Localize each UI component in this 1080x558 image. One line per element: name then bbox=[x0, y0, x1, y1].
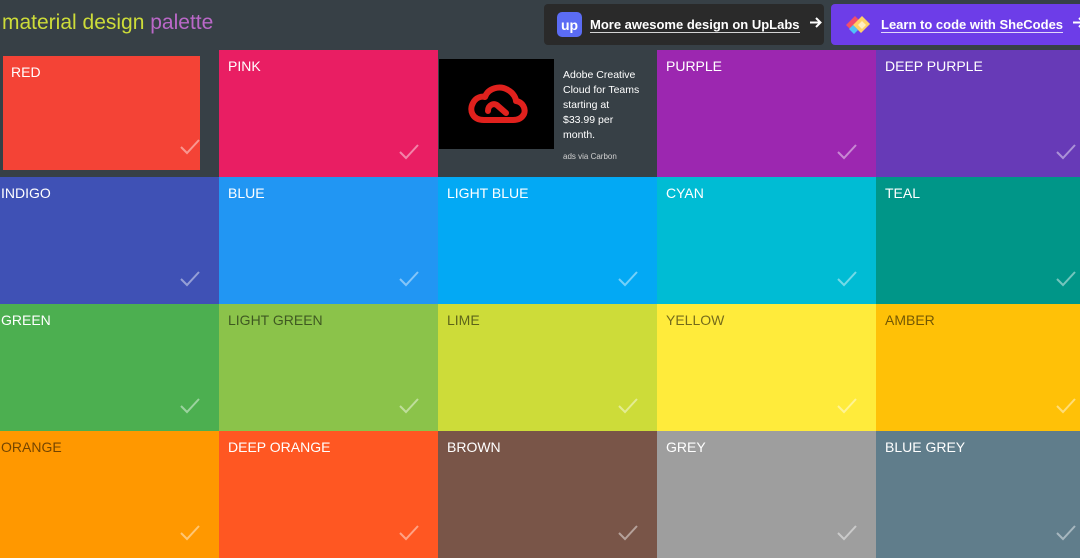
checkmark-icon bbox=[179, 136, 201, 158]
checkmark-icon bbox=[398, 141, 420, 163]
color-name-label: AMBER bbox=[885, 312, 935, 328]
checkmark-icon bbox=[179, 522, 201, 544]
checkmark-icon bbox=[398, 395, 420, 417]
color-name-label: TEAL bbox=[885, 185, 921, 201]
color-tile-amber[interactable]: AMBER bbox=[876, 304, 1080, 431]
checkmark-icon bbox=[617, 522, 639, 544]
color-name-label: BROWN bbox=[447, 439, 501, 455]
color-tile-deep-orange[interactable]: DEEP ORANGE bbox=[219, 431, 438, 558]
color-name-label: BLUE GREY bbox=[885, 439, 966, 455]
shecodes-promo-label: Learn to code with SheCodes bbox=[881, 16, 1064, 33]
color-tile-purple[interactable]: PURPLE bbox=[657, 50, 876, 177]
adobe-creative-cloud-logo bbox=[467, 84, 528, 123]
ad-via-carbon[interactable]: ads via Carbon bbox=[563, 152, 617, 161]
checkmark-icon bbox=[1055, 141, 1077, 163]
shecodes-logo-icon bbox=[844, 12, 872, 37]
checkmark-icon bbox=[1055, 395, 1077, 417]
checkmark-icon bbox=[836, 395, 858, 417]
color-name-label: LIME bbox=[447, 312, 480, 328]
color-name-label: BLUE bbox=[228, 185, 265, 201]
checkmark-icon bbox=[398, 522, 420, 544]
checkmark-icon bbox=[1055, 268, 1077, 290]
color-grid: Adobe Creative Cloud for Teams starting … bbox=[0, 50, 1080, 558]
color-name-label: INDIGO bbox=[1, 185, 51, 201]
color-name-label: ORANGE bbox=[1, 439, 62, 455]
color-name-label: DEEP PURPLE bbox=[885, 58, 983, 74]
color-tile-red[interactable]: RED bbox=[0, 50, 219, 177]
logo-word-palette: palette bbox=[150, 11, 214, 34]
color-name-label: GREEN bbox=[1, 312, 51, 328]
checkmark-icon bbox=[836, 522, 858, 544]
color-tile-deep-purple[interactable]: DEEP PURPLE bbox=[876, 50, 1080, 177]
logo-word-material-design: material design bbox=[2, 11, 145, 34]
checkmark-icon bbox=[836, 141, 858, 163]
color-tile-green[interactable]: GREEN bbox=[0, 304, 219, 431]
color-name-label: PURPLE bbox=[666, 58, 723, 74]
checkmark-icon bbox=[617, 268, 639, 290]
ad-image[interactable] bbox=[439, 59, 554, 149]
color-tile-teal[interactable]: TEAL bbox=[876, 177, 1080, 304]
checkmark-icon bbox=[398, 268, 420, 290]
color-name-label: GREY bbox=[666, 439, 706, 455]
site-logo[interactable]: material design palette bbox=[2, 10, 213, 36]
color-tile-light-blue[interactable]: LIGHT BLUE bbox=[438, 177, 657, 304]
uplabs-promo-button[interactable]: up More awesome design on UpLabs bbox=[544, 4, 824, 45]
color-name-label: YELLOW bbox=[666, 312, 725, 328]
color-name-label: PINK bbox=[228, 58, 261, 74]
color-tile-blue-grey[interactable]: BLUE GREY bbox=[876, 431, 1080, 558]
top-bar: material design palette up More awesome … bbox=[0, 0, 1080, 50]
checkmark-icon bbox=[617, 395, 639, 417]
color-name-label: RED bbox=[11, 64, 41, 80]
color-tile-blue[interactable]: BLUE bbox=[219, 177, 438, 304]
color-tile-orange[interactable]: ORANGE bbox=[0, 431, 219, 558]
color-name-label: CYAN bbox=[666, 185, 704, 201]
checkmark-icon bbox=[1055, 522, 1077, 544]
right-arrow-icon bbox=[809, 16, 822, 33]
uplabs-promo-label: More awesome design on UpLabs bbox=[590, 16, 800, 33]
checkmark-icon bbox=[179, 395, 201, 417]
color-name-label: LIGHT GREEN bbox=[228, 312, 323, 328]
checkmark-icon bbox=[179, 268, 201, 290]
carbon-ad: Adobe Creative Cloud for Teams starting … bbox=[430, 50, 649, 177]
color-name-label: LIGHT BLUE bbox=[447, 185, 529, 201]
color-tile-grey[interactable]: GREY bbox=[657, 431, 876, 558]
shecodes-promo-button[interactable]: Learn to code with SheCodes bbox=[831, 4, 1080, 45]
color-tile-yellow[interactable]: YELLOW bbox=[657, 304, 876, 431]
right-arrow-icon bbox=[1072, 16, 1080, 33]
ad-text[interactable]: Adobe Creative Cloud for Teams starting … bbox=[563, 68, 643, 143]
color-tile-cyan[interactable]: CYAN bbox=[657, 177, 876, 304]
color-tile-lime[interactable]: LIME bbox=[438, 304, 657, 431]
color-tile-pink[interactable]: PINK bbox=[219, 50, 438, 177]
checkmark-icon bbox=[836, 268, 858, 290]
color-name-label: DEEP ORANGE bbox=[228, 439, 331, 455]
color-tile-brown[interactable]: BROWN bbox=[438, 431, 657, 558]
uplabs-logo-icon: up bbox=[557, 12, 582, 37]
color-tile-light-green[interactable]: LIGHT GREEN bbox=[219, 304, 438, 431]
color-tile-indigo[interactable]: INDIGO bbox=[0, 177, 219, 304]
